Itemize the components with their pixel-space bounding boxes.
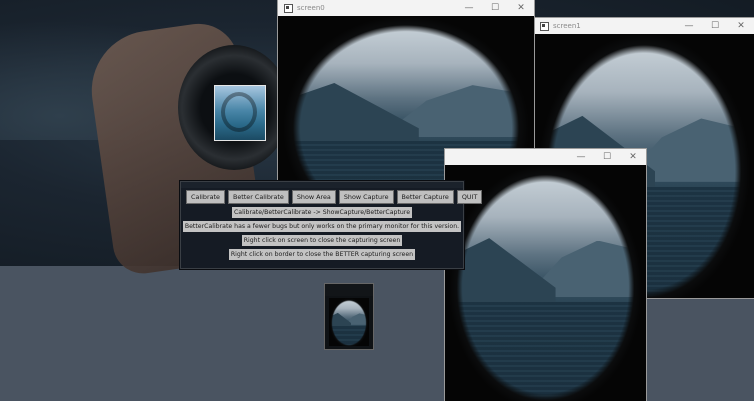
minimize-icon[interactable]: —: [456, 0, 482, 16]
close-icon[interactable]: ✕: [620, 149, 646, 165]
control-panel: Calibrate Better Calibrate Show Area Sho…: [181, 182, 483, 268]
close-icon[interactable]: ✕: [508, 0, 534, 16]
show-capture-button[interactable]: Show Capture: [338, 190, 394, 204]
app-icon: [540, 21, 549, 31]
screen0-titlebar[interactable]: screen0 — ☐ ✕: [278, 0, 534, 16]
info-workflow-label: Calibrate/BetterCalibrate -> ShowCapture…: [231, 207, 413, 218]
minimize-icon[interactable]: —: [676, 18, 702, 34]
calibrate-button[interactable]: Calibrate: [186, 190, 225, 204]
panel-drag-bar[interactable]: [181, 182, 463, 188]
maximize-icon[interactable]: ☐: [702, 18, 728, 34]
panel-button-row: Calibrate Better Calibrate Show Area Sho…: [186, 190, 483, 204]
better-calibrate-button[interactable]: Better Calibrate: [227, 190, 289, 204]
maximize-icon[interactable]: ☐: [594, 149, 620, 165]
close-icon[interactable]: ✕: [728, 18, 754, 34]
capture-window-titlebar[interactable]: — ☐ ✕: [445, 149, 646, 165]
info-close-capture: Right click on screen to close the captu…: [241, 235, 403, 246]
screen1-title: screen1: [553, 22, 581, 30]
minimize-icon[interactable]: —: [568, 149, 594, 165]
info-close-better-capture: Right click on border to close the BETTE…: [228, 249, 416, 260]
app-icon: [284, 3, 293, 13]
screen0-title: screen0: [297, 4, 325, 12]
capture-window[interactable]: — ☐ ✕: [445, 149, 646, 401]
screen1-titlebar[interactable]: screen1 — ☐ ✕: [534, 18, 754, 34]
info-calibrate-note: BetterCalibrate has a fewer bugs but onl…: [182, 221, 462, 232]
maximize-icon[interactable]: ☐: [482, 0, 508, 16]
capture-thumbnail[interactable]: [325, 284, 373, 349]
calibration-area-marker[interactable]: [214, 85, 266, 141]
quit-button[interactable]: QUIT: [456, 190, 483, 204]
better-capture-button[interactable]: Better Capture: [396, 190, 454, 204]
show-area-button[interactable]: Show Area: [291, 190, 336, 204]
